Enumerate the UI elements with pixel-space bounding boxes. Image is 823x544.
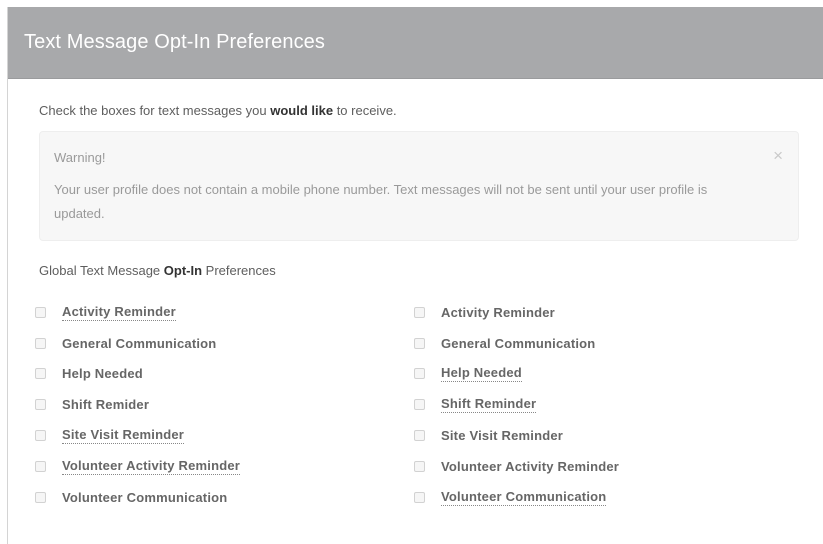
checkbox[interactable] <box>35 460 46 472</box>
section-title-start: Global Text Message <box>39 263 164 278</box>
panel-header: Text Message Opt-In Preferences <box>8 7 823 79</box>
preference-item: Help Needed <box>414 359 619 390</box>
preference-item: Site Visit Reminder <box>35 420 240 451</box>
close-icon[interactable]: × <box>773 146 783 166</box>
intro-text-bold: would like <box>270 103 334 118</box>
preference-label[interactable]: Site Visit Reminder <box>62 427 185 445</box>
intro-text-end: to receive. <box>333 103 397 118</box>
preference-label[interactable]: Site Visit Reminder <box>441 428 563 443</box>
preference-label[interactable]: Volunteer Communication <box>441 489 607 506</box>
section-title-bold: Opt-In <box>163 263 203 278</box>
preference-item: Activity Reminder <box>414 297 619 328</box>
preference-item: Volunteer Communication <box>414 482 619 513</box>
right-preferences-column: Activity Reminder General Communication … <box>414 297 619 513</box>
preference-label[interactable]: Volunteer Activity Reminder <box>441 459 619 474</box>
preference-label[interactable]: Shift Remider <box>62 397 149 412</box>
preference-label[interactable]: General Communication <box>62 336 216 351</box>
preference-label[interactable]: Activity Reminder <box>62 304 176 321</box>
left-preferences-column: Activity Reminder General Communication … <box>35 297 241 513</box>
checkbox[interactable] <box>414 430 425 442</box>
preference-item: Volunteer Activity Reminder <box>414 451 619 482</box>
checkbox[interactable] <box>414 337 425 349</box>
preference-label[interactable]: Volunteer Communication <box>62 490 227 505</box>
preference-item: Site Visit Reminder <box>414 420 619 451</box>
preference-label[interactable]: Activity Reminder <box>441 305 555 320</box>
preference-item: Volunteer Activity Reminder <box>35 451 241 482</box>
page-title: Text Message Opt-In Preferences <box>24 31 326 53</box>
preference-item: Help Needed <box>35 359 240 390</box>
intro-text: Check the boxes for text messages you wo… <box>39 103 397 118</box>
preference-item: General Communication <box>414 328 619 359</box>
section-title: Global Text Message Opt-In Preferences <box>39 263 276 278</box>
checkbox[interactable] <box>35 368 46 380</box>
checkbox[interactable] <box>414 306 425 318</box>
alert-title: Warning! <box>54 150 106 165</box>
checkbox[interactable] <box>414 491 425 503</box>
checkbox[interactable] <box>414 368 425 380</box>
checkbox[interactable] <box>35 491 46 503</box>
preference-item: General Communication <box>35 328 240 359</box>
checkbox[interactable] <box>35 430 46 442</box>
warning-alert: Warning! Your user profile does not cont… <box>39 131 799 241</box>
checkbox[interactable] <box>35 337 46 349</box>
preference-item: Shift Reminder <box>414 389 619 420</box>
preference-item: Activity Reminder <box>35 297 240 328</box>
preference-label[interactable]: Help Needed <box>441 365 522 383</box>
section-title-end: Preferences <box>202 263 276 278</box>
preference-label[interactable]: General Communication <box>441 336 595 351</box>
checkbox[interactable] <box>414 399 425 411</box>
preference-label[interactable]: Volunteer Activity Reminder <box>62 458 241 475</box>
intro-text-start: Check the boxes for text messages you <box>39 103 271 118</box>
preference-label[interactable]: Shift Reminder <box>441 396 537 414</box>
checkbox[interactable] <box>35 306 46 318</box>
checkbox[interactable] <box>35 399 46 411</box>
preferences-panel: Text Message Opt-In Preferences Check th… <box>7 7 823 544</box>
checkbox[interactable] <box>414 460 425 472</box>
preference-item: Volunteer Communication <box>35 482 240 513</box>
preference-label[interactable]: Help Needed <box>62 366 143 381</box>
alert-message: Your user profile does not contain a mob… <box>54 182 708 221</box>
preference-item: Shift Remider <box>35 389 240 420</box>
